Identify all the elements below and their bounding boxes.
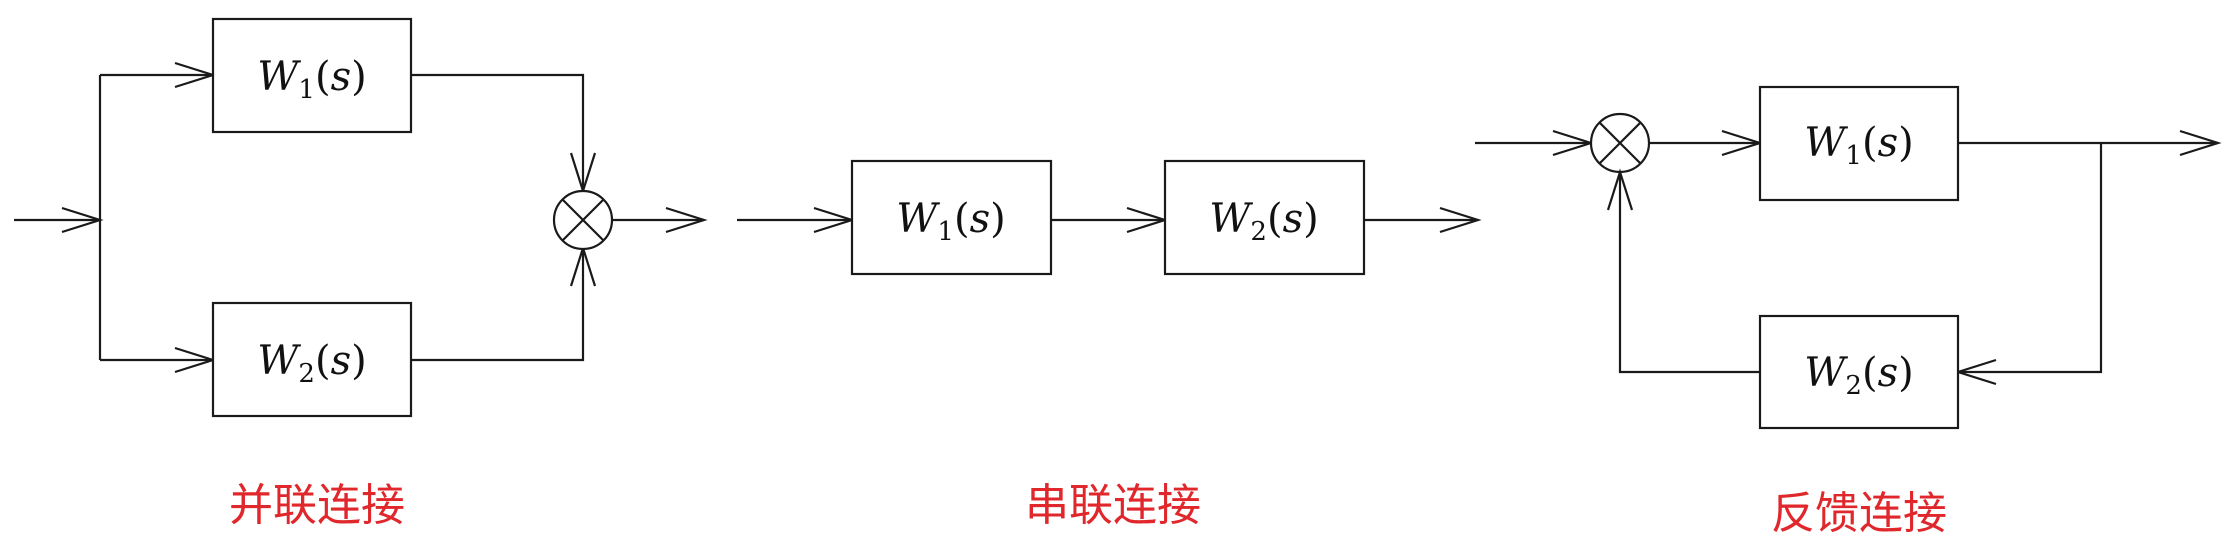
parallel-lower-output-line xyxy=(411,248,585,362)
feedback-caption: 反馈连接 xyxy=(1771,488,1947,539)
parallel-caption: 并联连接 xyxy=(229,480,405,531)
parallel-summing-junction xyxy=(552,189,614,251)
block-diagram-canvas: W1(s) W2(s) W1(s) W2(s) W1(s) W2(s) 并联连接… xyxy=(14,17,2222,539)
feedback-return-line xyxy=(1958,143,2103,374)
feedback-connection-diagram: W1(s) W2(s) xyxy=(1475,85,2222,430)
series-connection-diagram: W1(s) W2(s) xyxy=(737,159,1482,276)
feedback-loop-line xyxy=(1618,172,1760,374)
parallel-upper-output-line xyxy=(411,73,585,191)
series-caption: 串联连接 xyxy=(1025,480,1201,531)
parallel-connection-diagram: W1(s) W2(s) xyxy=(14,17,708,418)
feedback-summing-junction xyxy=(1589,112,1651,174)
